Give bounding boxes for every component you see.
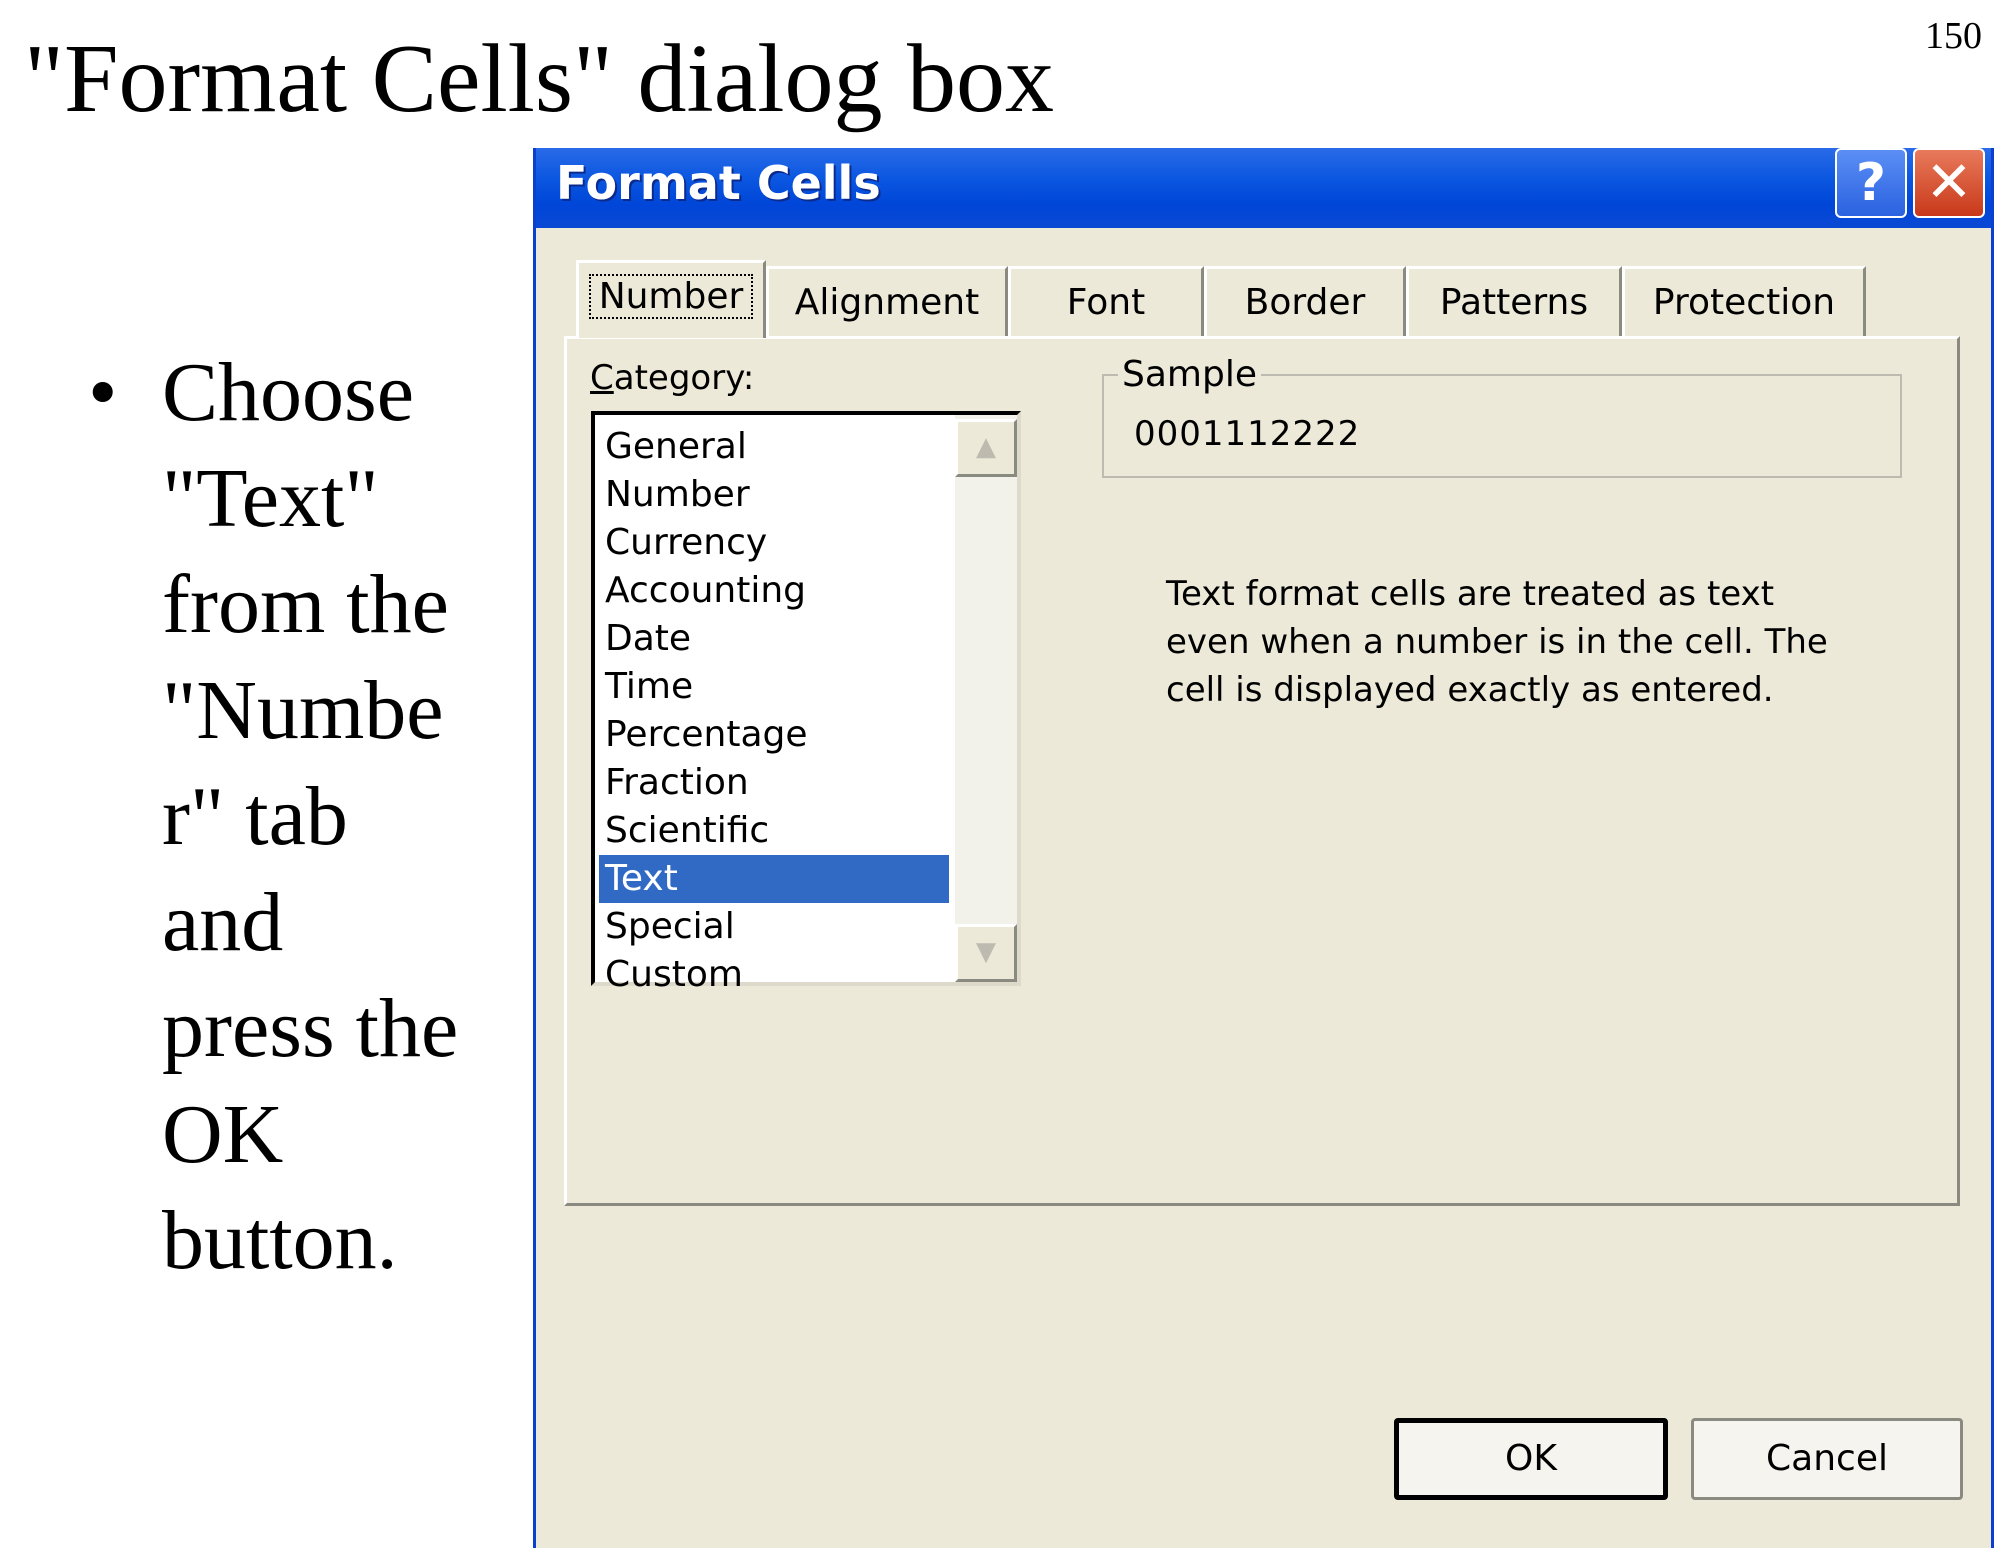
bullet-line: Choose — [162, 346, 414, 439]
bullet-line: press the — [162, 982, 459, 1075]
slide-title: "Format Cells" dialog box — [24, 25, 1055, 133]
tab-protection[interactable]: Protection — [1622, 266, 1866, 336]
tab-font[interactable]: Font — [1008, 266, 1204, 336]
category-item-date[interactable]: Date — [599, 615, 949, 663]
category-item-text[interactable]: Text — [599, 855, 949, 903]
category-item-time[interactable]: Time — [599, 663, 949, 711]
arrow-down-icon: ▼ — [976, 937, 996, 967]
bullet-line: and — [162, 876, 284, 969]
help-button[interactable]: ? — [1835, 148, 1907, 218]
close-icon: ✕ — [1925, 150, 1973, 215]
tab-label: Number — [588, 274, 754, 319]
tab-patterns[interactable]: Patterns — [1406, 266, 1622, 336]
category-item-general[interactable]: General — [599, 423, 949, 471]
category-label-text: ategory: — [613, 358, 755, 398]
tab-label: Font — [1066, 282, 1146, 323]
tab-label: Border — [1244, 282, 1366, 323]
scroll-down-button[interactable]: ▼ — [955, 924, 1017, 982]
bullet-icon: • — [88, 346, 118, 439]
category-list: General Number Currency Accounting Date … — [599, 423, 949, 999]
bullet-line: "Text" — [162, 452, 379, 545]
tab-label: Protection — [1652, 282, 1836, 323]
tab-strip: Number Alignment Font Border Patterns Pr… — [570, 260, 1970, 338]
sample-value: 0001112222 — [1134, 414, 1361, 454]
bullet-line: "Numbe — [162, 664, 444, 757]
page-number: 150 — [1925, 15, 1982, 57]
help-icon: ? — [1855, 153, 1887, 213]
dialog-title: Format Cells — [556, 156, 881, 210]
category-item-number[interactable]: Number — [599, 471, 949, 519]
tab-label: Alignment — [794, 282, 980, 323]
bullet-line: OK — [162, 1088, 284, 1181]
format-description: Text format cells are treated as text ev… — [1166, 574, 1828, 710]
category-scrollbar[interactable]: ▲ ▼ — [955, 415, 1017, 982]
sample-label: Sample — [1118, 354, 1261, 395]
sample-group: Sample 0001112222 — [1102, 354, 1902, 478]
category-item-percentage[interactable]: Percentage — [599, 711, 949, 759]
scroll-up-button[interactable]: ▲ — [955, 419, 1017, 477]
category-listbox[interactable]: General Number Currency Accounting Date … — [591, 411, 1021, 995]
category-item-fraction[interactable]: Fraction — [599, 759, 949, 807]
close-button[interactable]: ✕ — [1913, 148, 1985, 218]
category-item-currency[interactable]: Currency — [599, 519, 949, 567]
tab-label: Patterns — [1439, 282, 1589, 323]
arrow-up-icon: ▲ — [976, 432, 996, 462]
category-item-accounting[interactable]: Accounting — [599, 567, 949, 615]
cancel-button[interactable]: Cancel — [1691, 1418, 1963, 1500]
bullet-line: button. — [162, 1194, 398, 1287]
category-item-scientific[interactable]: Scientific — [599, 807, 949, 855]
category-item-custom[interactable]: Custom — [599, 951, 949, 999]
format-cells-dialog: Format Cells ? ✕ Number Alignment Font B… — [533, 148, 1994, 1548]
category-item-special[interactable]: Special — [599, 903, 949, 951]
tab-border[interactable]: Border — [1204, 266, 1406, 336]
bullet-line: r" tab — [162, 770, 348, 863]
category-mnemonic: C — [590, 358, 614, 398]
bullet-text: Choose "Text" from the "Numbe r" tab and… — [162, 340, 562, 1294]
bullet-line: from the — [162, 558, 449, 651]
tab-alignment[interactable]: Alignment — [766, 266, 1008, 336]
ok-button[interactable]: OK — [1394, 1418, 1668, 1500]
category-label: Category: — [590, 358, 754, 398]
dialog-titlebar[interactable]: Format Cells ? ✕ — [536, 148, 1991, 228]
tab-number[interactable]: Number — [576, 260, 766, 338]
